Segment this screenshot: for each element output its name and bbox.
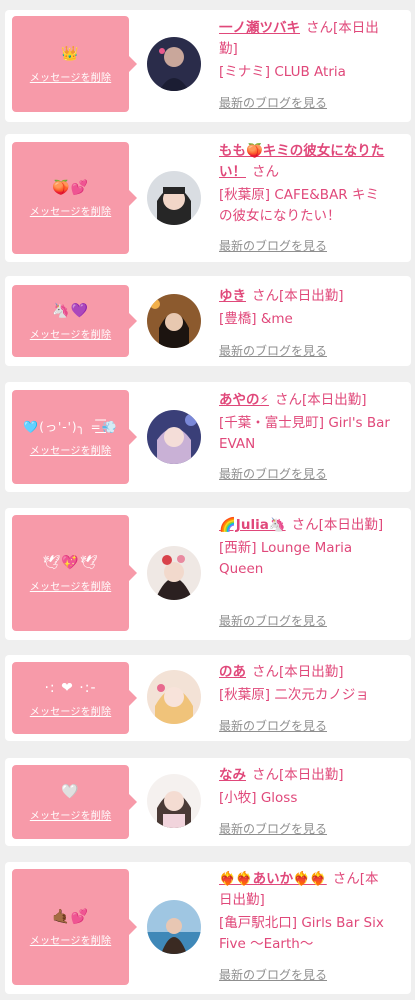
cast-info: あやの⚡ さん[本日出勤] [千葉・富士見町] Girl's Bar EVAN — [219, 390, 391, 455]
message-emoji: 🦄💜 — [52, 302, 89, 319]
message-emoji: 🤍 — [61, 783, 80, 800]
message-bubble: ·: ❤ ·:- メッセージを削除 — [12, 662, 137, 734]
message-card: 🤍 メッセージを削除 なみ さん[本日出勤] [小牧] Gloss 最新のブログを… — [5, 758, 411, 846]
message-card: 🕊💖🕊 メッセージを削除 🌈Julia🦄 さん[本日出勤] [西新] Lounge… — [5, 508, 411, 640]
avatar[interactable] — [147, 774, 201, 828]
message-card: ·: ❤ ·:- メッセージを削除 のあ さん[本日出勤] [秋葉原] 二次元カノ… — [5, 655, 411, 741]
shop-name: [亀戸駅北口] Girls Bar Six Five 〜Earth〜 — [219, 915, 384, 952]
delete-message-link[interactable]: メッセージを削除 — [30, 69, 111, 84]
cast-name-link[interactable]: あやの⚡ — [219, 392, 269, 408]
cast-status: さん[本日出勤] — [291, 517, 384, 533]
cast-info: ゆき さん[本日出勤] [豊橋] &me — [219, 286, 391, 330]
avatar[interactable] — [147, 171, 201, 225]
message-card: 🦄💜 メッセージを削除 ゆき さん[本日出勤] [豊橋] &me 最新のブログを見… — [5, 276, 411, 366]
cast-name-link[interactable]: 一ノ瀬ツバキ — [219, 20, 300, 36]
cast-info: のあ さん[本日出勤] [秋葉原] 二次元カノジョ — [219, 662, 391, 706]
message-emoji: 🩵(っ'-')╮ =͟͟͞͞💨 — [23, 419, 118, 434]
latest-blog-link[interactable]: 最新のブログを見る — [219, 820, 327, 837]
message-emoji: 👑 — [61, 45, 80, 62]
shop-name: [西新] Lounge Maria Queen — [219, 540, 353, 577]
message-card: 🍑💕 メッセージを削除 もも🍑キミの彼女になりたい！ さん [秋葉原] CAFE&… — [5, 134, 411, 262]
latest-blog-link[interactable]: 最新のブログを見る — [219, 342, 327, 359]
cast-info: なみ さん[本日出勤] [小牧] Gloss — [219, 765, 391, 809]
message-emoji: 🕊💖🕊 — [42, 554, 99, 571]
cast-status: さん — [252, 164, 279, 180]
cast-info: 🌈Julia🦄 さん[本日出勤] [西新] Lounge Maria Queen — [219, 515, 391, 580]
shop-name: [小牧] Gloss — [219, 790, 298, 806]
delete-message-link[interactable]: メッセージを削除 — [30, 203, 111, 218]
cast-status: さん[本日出勤] — [274, 392, 367, 408]
message-bubble: 🍑💕 メッセージを削除 — [12, 142, 137, 254]
message-list: 👑 メッセージを削除 一ノ瀬ツバキ さん[本日出勤] [ミナミ] CLUB Atr… — [0, 0, 415, 1000]
message-card: 👑 メッセージを削除 一ノ瀬ツバキ さん[本日出勤] [ミナミ] CLUB Atr… — [5, 10, 411, 122]
latest-blog-link[interactable]: 最新のブログを見る — [219, 465, 327, 482]
cast-status: さん[本日出勤] — [252, 767, 344, 783]
delete-message-link[interactable]: メッセージを削除 — [30, 326, 111, 341]
message-emoji: 🤙🏾💕 — [52, 908, 89, 925]
shop-name: [千葉・富士見町] Girl's Bar EVAN — [219, 415, 390, 452]
message-bubble: 👑 メッセージを削除 — [12, 16, 137, 112]
avatar[interactable] — [147, 294, 201, 348]
avatar[interactable] — [147, 670, 201, 724]
cast-name-link[interactable]: ゆき — [219, 288, 246, 304]
latest-blog-link[interactable]: 最新のブログを見る — [219, 237, 327, 254]
cast-name-link[interactable]: 🌈Julia🦄 — [219, 517, 286, 533]
cast-name-link[interactable]: ❤️‍🔥❤️‍🔥あいか❤️‍🔥❤️‍🔥 — [219, 871, 327, 887]
delete-message-link[interactable]: メッセージを削除 — [30, 442, 111, 457]
message-emoji: ·: ❤ ·:- — [44, 679, 97, 696]
message-bubble: 🤍 メッセージを削除 — [12, 765, 137, 839]
cast-info: もも🍑キミの彼女になりたい！ さん [秋葉原] CAFE&BAR キミの彼女になり… — [219, 141, 391, 227]
avatar[interactable] — [147, 410, 201, 464]
cast-name-link[interactable]: のあ — [219, 664, 246, 680]
cast-status: さん[本日出勤] — [252, 288, 344, 304]
cast-info: ❤️‍🔥❤️‍🔥あいか❤️‍🔥❤️‍🔥 さん[本日出勤] [亀戸駅北口] Girl… — [219, 869, 391, 955]
latest-blog-link[interactable]: 最新のブログを見る — [219, 717, 327, 734]
latest-blog-link[interactable]: 最新のブログを見る — [219, 94, 327, 111]
latest-blog-link[interactable]: 最新のブログを見る — [219, 612, 327, 629]
message-emoji: 🍑💕 — [52, 179, 89, 196]
latest-blog-link[interactable]: 最新のブログを見る — [219, 966, 327, 983]
shop-name: [豊橋] &me — [219, 311, 293, 327]
avatar[interactable] — [147, 900, 201, 954]
avatar[interactable] — [147, 546, 201, 600]
avatar[interactable] — [147, 37, 201, 91]
delete-message-link[interactable]: メッセージを削除 — [30, 807, 111, 822]
message-bubble: 🦄💜 メッセージを削除 — [12, 285, 137, 357]
cast-info: 一ノ瀬ツバキ さん[本日出勤] [ミナミ] CLUB Atria — [219, 18, 391, 83]
cast-name-link[interactable]: なみ — [219, 767, 246, 783]
cast-status: さん[本日出勤] — [252, 664, 344, 680]
delete-message-link[interactable]: メッセージを削除 — [30, 932, 111, 947]
delete-message-link[interactable]: メッセージを削除 — [30, 578, 111, 593]
shop-name: [ミナミ] CLUB Atria — [219, 64, 346, 80]
message-bubble: 🕊💖🕊 メッセージを削除 — [12, 515, 137, 631]
message-bubble: 🩵(っ'-')╮ =͟͟͞͞💨 メッセージを削除 — [12, 390, 137, 484]
delete-message-link[interactable]: メッセージを削除 — [30, 703, 111, 718]
message-card: 🤙🏾💕 メッセージを削除 ❤️‍🔥❤️‍🔥あいか❤️‍🔥❤️‍🔥 さん[本日出勤]… — [5, 862, 411, 994]
message-card: 🩵(っ'-')╮ =͟͟͞͞💨 メッセージを削除 あやの⚡ さん[本日出勤] [千… — [5, 382, 411, 492]
cast-name-link[interactable]: もも🍑キミの彼女になりたい！ — [219, 143, 384, 180]
message-bubble: 🤙🏾💕 メッセージを削除 — [12, 869, 137, 985]
shop-name: [秋葉原] CAFE&BAR キミの彼女になりたい！ — [219, 187, 379, 224]
shop-name: [秋葉原] 二次元カノジョ — [219, 687, 369, 703]
